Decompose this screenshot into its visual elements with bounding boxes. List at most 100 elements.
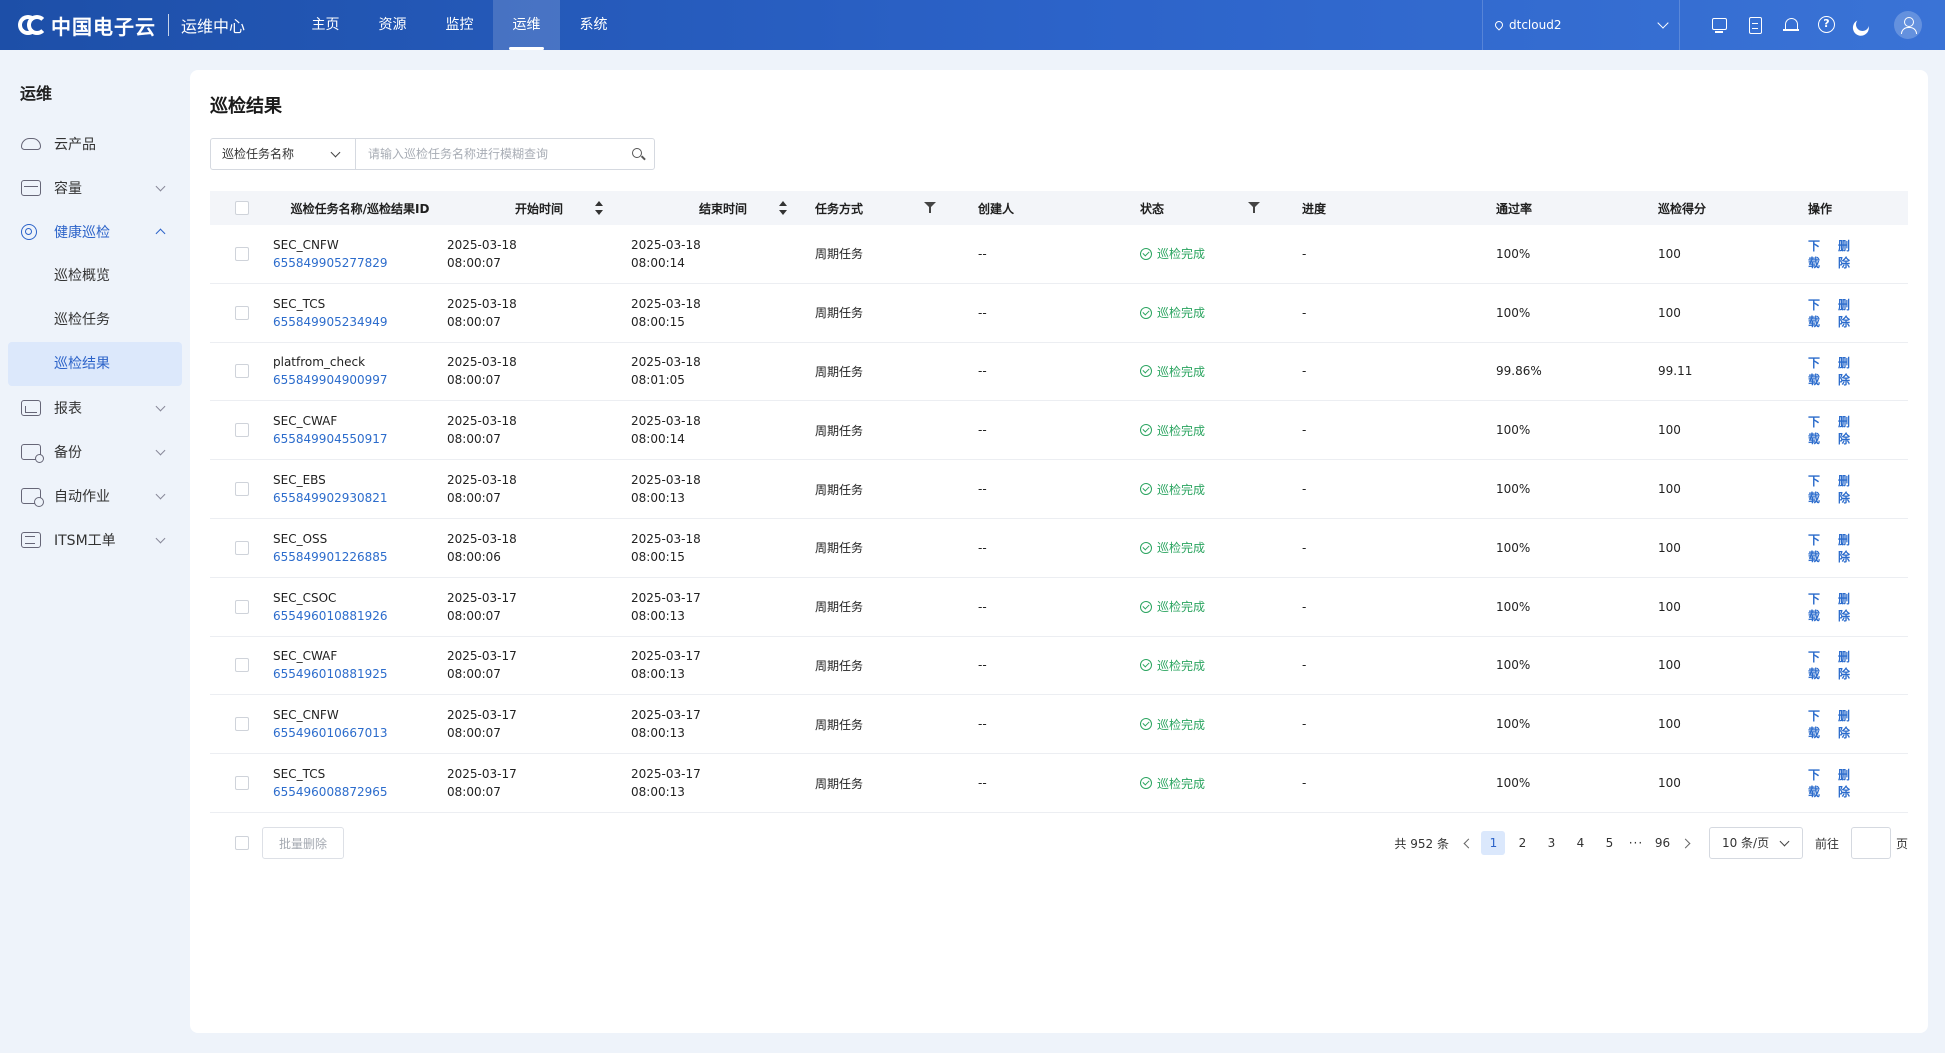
pagination-ellipsis[interactable]: ··· (1624, 836, 1648, 850)
delete-link[interactable]: 删除 (1838, 707, 1860, 741)
sidebar-item-health-check[interactable]: 健康巡检 (8, 210, 182, 254)
page-2[interactable]: 2 (1510, 831, 1534, 855)
sort-icon[interactable] (595, 201, 603, 215)
page-size-select[interactable]: 10 条/页 (1708, 827, 1803, 859)
check-circle-icon (1140, 365, 1152, 378)
result-id-link[interactable]: 655849905234949 (273, 313, 388, 331)
result-id-link[interactable]: 655849904900997 (273, 371, 388, 389)
sidebar-sub-overview[interactable]: 巡检概览 (8, 254, 182, 298)
row-checkbox[interactable] (235, 423, 249, 438)
chevron-down-icon (1779, 836, 1790, 847)
download-link[interactable]: 下载 (1808, 707, 1830, 741)
delete-link[interactable]: 删除 (1838, 237, 1860, 271)
download-link[interactable]: 下载 (1808, 531, 1830, 565)
download-link[interactable]: 下载 (1808, 766, 1830, 800)
result-id-link[interactable]: 655496008872965 (273, 783, 388, 801)
start-time: 08:00:07 (447, 491, 501, 506)
delete-link[interactable]: 删除 (1838, 531, 1860, 565)
row-checkbox[interactable] (235, 246, 249, 261)
delete-link[interactable]: 删除 (1838, 590, 1860, 624)
cell-mode: 周期任务 (815, 306, 864, 321)
bell-icon[interactable] (1782, 16, 1800, 34)
next-page-icon[interactable] (1677, 831, 1699, 855)
row-checkbox[interactable] (235, 482, 249, 497)
col-end-time[interactable]: 结束时间 (631, 191, 815, 225)
document-icon[interactable] (1746, 16, 1764, 34)
row-checkbox[interactable] (235, 776, 249, 791)
help-icon[interactable] (1818, 16, 1836, 34)
page-last[interactable]: 96 (1650, 831, 1674, 855)
filter-icon[interactable] (924, 202, 936, 214)
result-id-link[interactable]: 655849905277829 (273, 254, 388, 272)
brand-logo[interactable]: 中国电子云 运维中心 (18, 11, 245, 39)
delete-link[interactable]: 删除 (1838, 413, 1860, 447)
sidebar-item-label: 容量 (54, 181, 82, 197)
result-id-link[interactable]: 655496010881926 (273, 607, 388, 625)
delete-link[interactable]: 删除 (1838, 648, 1860, 682)
row-checkbox[interactable] (235, 305, 249, 320)
chevron-down-icon (155, 489, 166, 500)
nav-operations[interactable]: 运维 (493, 0, 560, 50)
check-circle-icon (1140, 659, 1152, 672)
prev-page-icon[interactable] (1457, 831, 1479, 855)
download-link[interactable]: 下载 (1808, 237, 1830, 271)
delete-link[interactable]: 删除 (1838, 472, 1860, 506)
end-date: 2025-03-18 (631, 355, 701, 370)
sidebar-item-itsm[interactable]: ITSM工单 (8, 518, 182, 562)
start-time: 08:00:07 (447, 255, 501, 270)
sidebar-sub-tasks[interactable]: 巡检任务 (8, 298, 182, 342)
row-checkbox[interactable] (235, 599, 249, 614)
row-checkbox[interactable] (235, 717, 249, 732)
download-link[interactable]: 下载 (1808, 472, 1830, 506)
footer-select-checkbox[interactable] (235, 836, 249, 850)
delete-link[interactable]: 删除 (1838, 766, 1860, 800)
moon-icon[interactable] (1854, 16, 1872, 34)
nav-resources[interactable]: 资源 (359, 0, 426, 50)
download-link[interactable]: 下载 (1808, 590, 1830, 624)
tenant-selector[interactable]: dtcloud2 (1482, 0, 1680, 50)
row-checkbox[interactable] (235, 364, 249, 379)
filter-icon[interactable] (1248, 202, 1260, 214)
col-start-time[interactable]: 开始时间 (447, 191, 631, 225)
page-3[interactable]: 3 (1539, 831, 1563, 855)
download-link[interactable]: 下载 (1808, 354, 1830, 388)
batch-delete-button[interactable]: 批量删除 (262, 827, 344, 859)
download-link[interactable]: 下载 (1808, 296, 1830, 330)
page-5[interactable]: 5 (1597, 831, 1621, 855)
page-4[interactable]: 4 (1568, 831, 1592, 855)
nav-system[interactable]: 系统 (560, 0, 627, 50)
result-id-link[interactable]: 655849901226885 (273, 548, 388, 566)
delete-link[interactable]: 删除 (1838, 354, 1860, 388)
sidebar-item-backup[interactable]: 备份 (8, 430, 182, 474)
row-checkbox[interactable] (235, 658, 249, 673)
result-id-link[interactable]: 655496010667013 (273, 724, 388, 742)
nav-home[interactable]: 主页 (292, 0, 359, 50)
sidebar-sub-results[interactable]: 巡检结果 (8, 342, 182, 386)
page-1[interactable]: 1 (1481, 831, 1506, 855)
sort-icon[interactable] (779, 201, 787, 215)
row-checkbox[interactable] (235, 540, 249, 555)
cell-score: 100 (1658, 776, 1681, 791)
status-badge: 巡检完成 (1140, 657, 1205, 674)
download-link[interactable]: 下载 (1808, 413, 1830, 447)
search-icon[interactable] (626, 139, 654, 169)
sidebar-item-reports[interactable]: 报表 (8, 386, 182, 430)
sidebar-item-cloud-products[interactable]: 云产品 (8, 122, 182, 166)
results-table: 巡检任务名称/巡检结果ID 开始时间 结束时间 任务方式 创建人 状态 进度 通… (210, 191, 1908, 813)
select-all-checkbox[interactable] (235, 201, 249, 215)
user-avatar-icon[interactable] (1894, 11, 1922, 39)
goto-page-input[interactable] (1850, 827, 1891, 859)
sidebar-item-capacity[interactable]: 容量 (8, 166, 182, 210)
download-link[interactable]: 下载 (1808, 648, 1830, 682)
sidebar-item-automation[interactable]: 自动作业 (8, 474, 182, 518)
monitor-icon[interactable] (1710, 16, 1728, 34)
search-input[interactable] (356, 139, 626, 169)
end-time: 08:00:13 (631, 726, 685, 741)
table-row: SEC_CNFW 655496010667013 2025-03-17 08:00:0… (210, 695, 1908, 755)
result-id-link[interactable]: 655496010881925 (273, 665, 388, 683)
result-id-link[interactable]: 655849904550917 (273, 430, 388, 448)
delete-link[interactable]: 删除 (1838, 296, 1860, 330)
nav-monitoring[interactable]: 监控 (426, 0, 493, 50)
result-id-link[interactable]: 655849902930821 (273, 489, 388, 507)
search-field-select[interactable]: 巡检任务名称 (211, 139, 356, 169)
